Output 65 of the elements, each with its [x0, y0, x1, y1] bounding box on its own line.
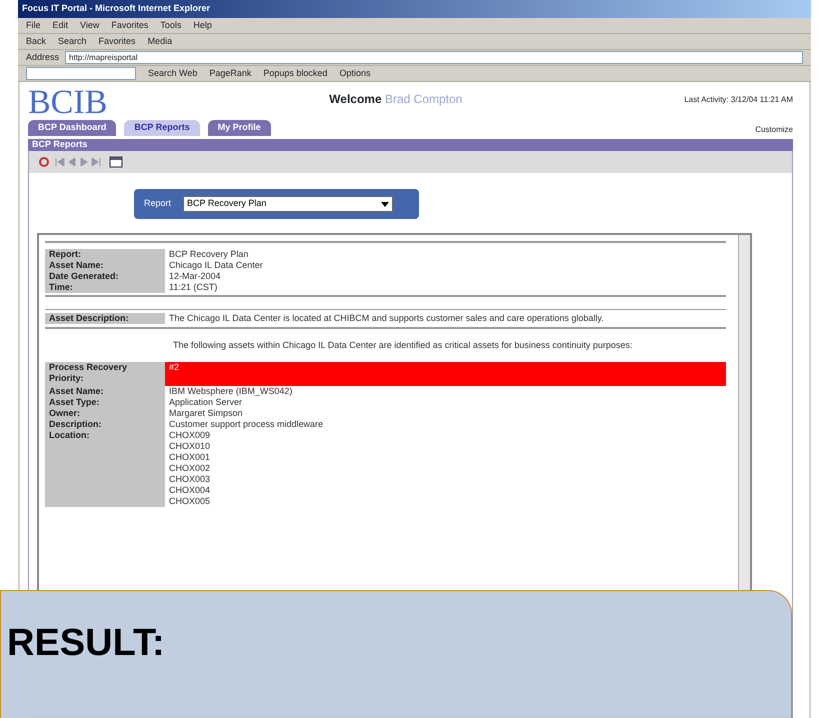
customize-link[interactable]: Customize	[755, 124, 793, 136]
toolbar-button[interactable]: Popups blocked	[263, 66, 328, 80]
field-value: Margaret Simpson	[168, 408, 244, 419]
report-value: BCP Recovery Plan	[187, 196, 266, 210]
field-value: BCP Recovery Plan	[168, 248, 250, 260]
refresh-icon[interactable]	[39, 156, 49, 168]
field-value: #2	[165, 362, 726, 386]
toolbar-button[interactable]: Search	[58, 34, 87, 48]
field-label: Asset Description:	[45, 312, 165, 324]
menu-item[interactable]: Tools	[160, 18, 182, 32]
panel-title: BCP Reports	[32, 138, 88, 151]
user-name: Brad Compton	[384, 92, 462, 106]
menu-item[interactable]: View	[80, 18, 100, 32]
address-label: Address	[26, 50, 60, 64]
field-label: Time:	[45, 282, 165, 292]
field-label: Asset Type:	[45, 397, 165, 408]
field-label: Description:	[45, 419, 165, 430]
field-label: Asset Name:	[45, 260, 165, 270]
menu-item[interactable]: Help	[193, 18, 212, 32]
dropdown-arrow-icon[interactable]	[381, 200, 390, 208]
field-value: IBM Websphere (IBM_WS042)	[168, 386, 294, 397]
scrollbar[interactable]	[738, 234, 750, 590]
navigation-arrows-icon[interactable]	[55, 158, 103, 166]
menu-item[interactable]: Favorites	[111, 18, 148, 32]
toolbar-button[interactable]: Media	[148, 34, 172, 48]
field-value: CHOX004	[168, 485, 212, 496]
field-value: CHOX010	[168, 441, 212, 452]
menu-item[interactable]: Edit	[52, 18, 68, 32]
field-label: Date Generated:	[45, 270, 165, 282]
toolbar-button[interactable]: Favorites	[98, 34, 136, 48]
field-label: Process Recovery Priority:	[45, 362, 165, 386]
report-dropdown[interactable]: BCP Recovery Plan	[183, 196, 394, 212]
field-label: Owner:	[45, 408, 165, 419]
field-value: CHOX003	[168, 474, 212, 485]
field-value: The Chicago IL Data Center is located at CHIBCM and supports customer sales and care operations globally.	[168, 312, 605, 324]
result-label: RESULT:	[7, 622, 165, 664]
logo: BCIB	[28, 86, 108, 120]
field-value: 12-Mar-2004	[168, 270, 222, 282]
tab[interactable]: My Profile	[208, 120, 271, 136]
field-value: Application Server	[168, 397, 244, 408]
field-label: Asset Name:	[45, 386, 165, 397]
field-label: Report:	[45, 248, 165, 260]
toolbar-button[interactable]: PageRank	[209, 66, 252, 80]
field-value: CHOX005	[168, 496, 212, 507]
toolbar-button[interactable]: Search Web	[148, 66, 198, 80]
field-value: CHOX001	[168, 452, 212, 463]
field-label: Location:	[45, 430, 165, 441]
google-search-field[interactable]	[26, 67, 136, 80]
report-label: Report	[144, 196, 172, 210]
address-field[interactable]: http://mapreisportal	[65, 51, 803, 64]
field-value: Chicago IL Data Center	[168, 260, 264, 270]
tab[interactable]: BCP Reports	[124, 120, 200, 136]
window-title: Focus IT Portal - Microsoft Internet Explorer	[22, 2, 210, 16]
field-value: 11:21 (CST)	[168, 282, 218, 292]
toolbar-button[interactable]: Back	[26, 34, 46, 48]
menu-item[interactable]: File	[26, 18, 41, 32]
tab[interactable]: BCP Dashboard	[28, 120, 116, 136]
toolbar-button[interactable]: Options	[339, 66, 370, 80]
intro-text: The following assets within Chicago IL Data Center are identified as critical assets for business continuity purposes:	[173, 338, 634, 352]
export-icon[interactable]	[109, 156, 123, 168]
field-value: CHOX009	[168, 430, 212, 441]
field-value: CHOX002	[168, 463, 212, 474]
welcome-label: Welcome	[329, 92, 382, 106]
last-activity: Last Activity: 3/12/04 11:21 AM	[684, 94, 793, 106]
field-value: Customer support process middleware	[168, 419, 324, 430]
